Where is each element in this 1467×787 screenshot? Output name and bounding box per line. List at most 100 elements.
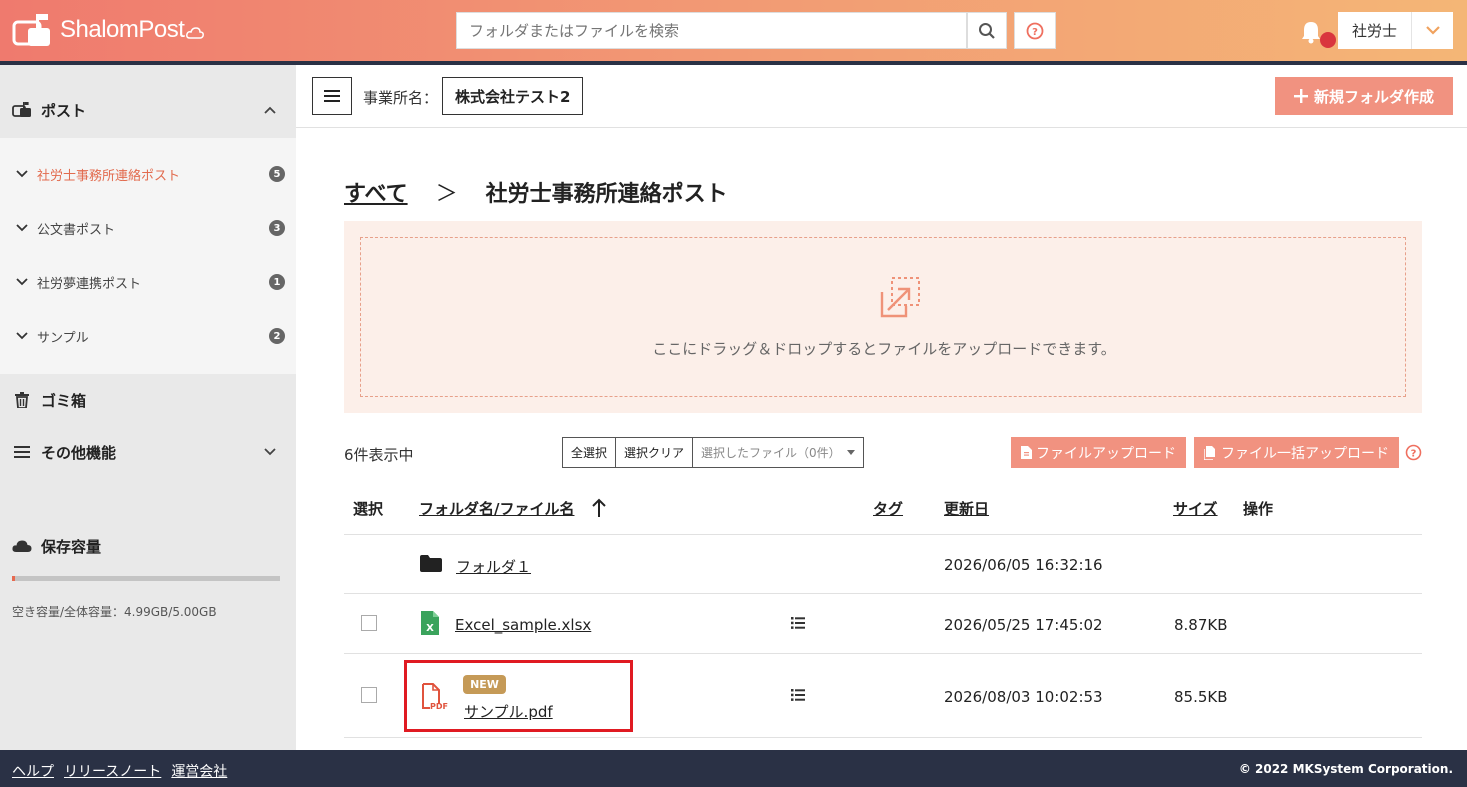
- tag-list-icon[interactable]: [791, 617, 805, 629]
- updated-date: 2026/06/05 16:32:16: [944, 556, 1103, 574]
- question-circle-icon[interactable]: ?: [1405, 444, 1422, 461]
- breadcrumb-current: 社労士事務所連絡ポスト: [485, 182, 728, 207]
- file-icon: [1021, 446, 1032, 459]
- count-badge: 3: [269, 220, 285, 236]
- sidebar-item-label: 社労士事務所連絡ポスト: [37, 168, 181, 184]
- sidebar-item-label: サンプル: [37, 330, 89, 346]
- col-updated-header[interactable]: 更新日: [944, 498, 989, 519]
- tag-list-icon[interactable]: [791, 689, 805, 701]
- highlight-annotation-box: [404, 660, 633, 732]
- footer-help-link[interactable]: ヘルプ: [12, 761, 54, 781]
- sidebar-post-label: ポスト: [41, 101, 87, 120]
- sidebar-section-post[interactable]: ポスト: [0, 87, 296, 133]
- row-checkbox[interactable]: [361, 687, 377, 703]
- help-button[interactable]: ?: [1014, 12, 1056, 49]
- col-ops-header: 操作: [1243, 500, 1274, 518]
- updated-date: 2026/08/03 10:02:53: [944, 688, 1103, 706]
- breadcrumb-root-link[interactable]: すべて: [344, 176, 408, 208]
- cloud-icon: [12, 537, 32, 555]
- sidebar-item-sharoumu-post[interactable]: 社労夢連携ポスト 1: [0, 267, 296, 297]
- app-header: ShalomPost ? 社労士: [0, 0, 1467, 61]
- select-all-button[interactable]: 全選択: [563, 438, 617, 467]
- sidebar-section-other[interactable]: その他機能: [0, 429, 296, 475]
- excel-file-icon: X: [421, 611, 439, 635]
- storage-label: 保存容量: [41, 537, 102, 556]
- dropzone-border: ここにドラッグ＆ドロップするとファイルをアップロードできます。: [360, 237, 1406, 397]
- copyright: © 2022 MKSystem Corporation.: [1238, 762, 1453, 776]
- office-name[interactable]: 株式会社テスト2: [442, 77, 584, 115]
- hamburger-icon: [324, 90, 340, 102]
- svg-text:?: ?: [1032, 27, 1038, 38]
- chevron-down-icon: [1425, 26, 1440, 35]
- selection-controls: 全選択 選択クリア 選択したファイル（0件）: [562, 437, 865, 468]
- svg-text:?: ?: [1411, 449, 1417, 460]
- footer-release-notes-link[interactable]: リリースノート: [64, 761, 161, 781]
- trash-icon: [12, 391, 32, 409]
- sidebar-item-sr-office-post[interactable]: 社労士事務所連絡ポスト 5: [0, 159, 296, 189]
- sidebar-post-list: 社労士事務所連絡ポスト 5 公文書ポスト 3 社労夢連携ポスト 1 サンプル 2: [0, 138, 296, 374]
- selected-files-dropdown[interactable]: 選択したファイル（0件）: [693, 438, 863, 467]
- table-divider: [344, 653, 1422, 654]
- upload-dropzone[interactable]: ここにドラッグ＆ドロップするとファイルをアップロードできます。: [344, 221, 1422, 413]
- table-divider: [344, 593, 1422, 594]
- svg-text:X: X: [426, 623, 434, 634]
- office-label: 事業所名：: [363, 89, 439, 107]
- mailbox-logo-icon: [12, 14, 50, 46]
- sidebar-item-sample[interactable]: サンプル 2: [0, 321, 296, 351]
- drop-upload-icon: [880, 277, 920, 318]
- footer-company-link[interactable]: 運営会社: [171, 761, 227, 781]
- file-size: 85.5KB: [1174, 688, 1228, 706]
- selected-files-label: 選択したファイル（0件）: [701, 446, 841, 460]
- chevron-down-icon: [16, 332, 28, 340]
- col-tag-header[interactable]: タグ: [873, 498, 903, 519]
- col-select-header: 選択: [353, 500, 384, 518]
- main-toolbar: 事業所名： 株式会社テスト2 新規フォルダ作成: [296, 65, 1467, 128]
- col-size-header[interactable]: サイズ: [1173, 498, 1218, 519]
- hamburger-button[interactable]: [312, 77, 352, 115]
- chevron-down-icon: [16, 170, 28, 178]
- mailbox-icon: [12, 101, 32, 119]
- count-badge: 5: [269, 166, 285, 182]
- chevron-down-icon: [264, 448, 276, 456]
- table-divider: [344, 534, 1422, 535]
- files-icon: [1204, 445, 1215, 460]
- file-upload-label: ファイルアップロード: [1036, 445, 1176, 462]
- file-name-link[interactable]: Excel_sample.xlsx: [455, 616, 591, 634]
- file-upload-button[interactable]: ファイルアップロード: [1011, 437, 1186, 468]
- menu-icon: [12, 443, 32, 461]
- sidebar-other-label: その他機能: [41, 443, 117, 462]
- bell-icon[interactable]: [1300, 20, 1322, 44]
- app-logo[interactable]: ShalomPost: [12, 10, 205, 50]
- notification-dot: [1320, 32, 1336, 48]
- search-button[interactable]: [967, 12, 1007, 49]
- search-input[interactable]: [456, 12, 967, 49]
- new-folder-button[interactable]: 新規フォルダ作成: [1275, 77, 1453, 115]
- sidebar-trash-label: ゴミ箱: [41, 391, 87, 410]
- breadcrumb-separator: ＞: [435, 182, 458, 207]
- caret-down-icon: [847, 450, 856, 455]
- sidebar-section-trash[interactable]: ゴミ箱: [0, 377, 296, 423]
- updated-date: 2026/05/25 17:45:02: [944, 616, 1103, 634]
- result-count: 6件表示中: [344, 446, 414, 464]
- footer-links: ヘルプ リリースノート 運営会社: [12, 761, 227, 781]
- user-menu[interactable]: 社労士: [1338, 12, 1453, 49]
- row-checkbox[interactable]: [361, 615, 377, 631]
- col-name-header[interactable]: フォルダ名/ファイル名: [419, 498, 574, 519]
- chevron-down-icon: [16, 224, 28, 232]
- sidebar-item-label: 公文書ポスト: [37, 222, 116, 238]
- bulk-upload-button[interactable]: ファイル一括アップロード: [1194, 437, 1399, 468]
- user-menu-toggle[interactable]: [1412, 12, 1453, 49]
- user-name[interactable]: 社労士: [1338, 12, 1412, 49]
- table-divider: [344, 737, 1422, 738]
- sort-ascending-icon[interactable]: [592, 498, 606, 517]
- clear-selection-button[interactable]: 選択クリア: [616, 438, 694, 467]
- folder-name-link[interactable]: フォルダ１: [456, 556, 531, 577]
- breadcrumb: すべて ＞ 社労士事務所連絡ポスト: [344, 176, 728, 208]
- count-badge: 2: [269, 328, 285, 344]
- new-folder-label: 新規フォルダ作成: [1313, 87, 1434, 106]
- sidebar: ポスト 社労士事務所連絡ポスト 5 公文書ポスト 3 社労夢連携ポスト 1 サン…: [0, 65, 296, 750]
- logo-text: ShalomPost: [60, 16, 185, 43]
- storage-usage-bar: [12, 576, 280, 581]
- cloud-logo-icon: [186, 27, 205, 39]
- sidebar-item-public-docs-post[interactable]: 公文書ポスト 3: [0, 213, 296, 243]
